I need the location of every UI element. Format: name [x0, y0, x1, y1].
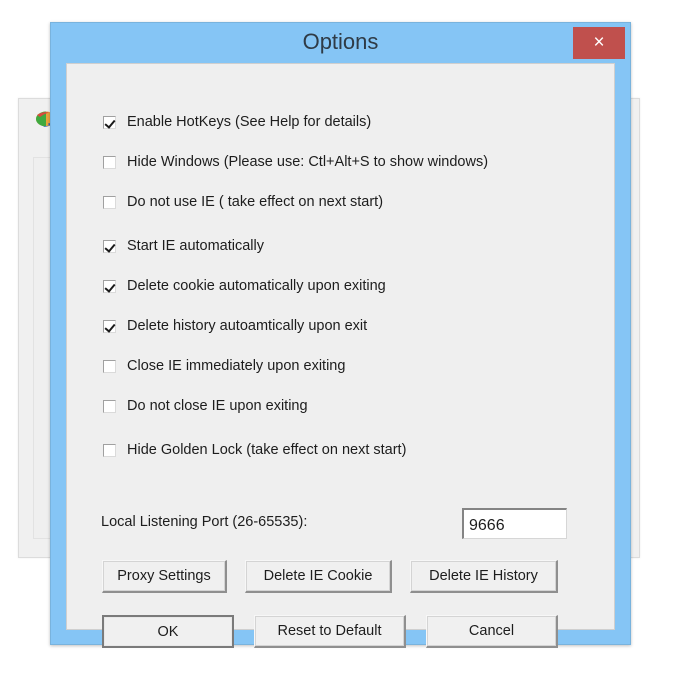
ok-button[interactable]: OK [102, 615, 234, 648]
close-icon[interactable]: × [573, 27, 625, 59]
checkbox-label: Delete history autoamtically upon exit [127, 318, 368, 334]
checkbox-row-hide-windows[interactable]: Hide Windows (Please use: Ctl+Alt+S to s… [103, 152, 488, 172]
checkbox-delete-history[interactable] [103, 319, 116, 333]
options-dialog: Options × Enable HotKeys (See Help for d… [50, 22, 631, 648]
checkbox-row-start-ie-automatically[interactable]: Start IE automatically [103, 236, 264, 256]
checkbox-label: Delete cookie automatically upon exiting [127, 278, 386, 294]
checkbox-label: Close IE immediately upon exiting [127, 358, 346, 374]
checkbox-row-delete-history[interactable]: Delete history autoamtically upon exit [103, 316, 367, 336]
checkbox-row-close-ie-immediately[interactable]: Close IE immediately upon exiting [103, 356, 345, 376]
port-label: Local Listening Port (26-65535): [101, 514, 308, 530]
checkbox-row-enable-hotkeys[interactable]: Enable HotKeys (See Help for details) [103, 112, 371, 132]
proxy-settings-button[interactable]: Proxy Settings [102, 560, 227, 593]
checkbox-hide-windows[interactable] [103, 155, 116, 169]
delete-ie-history-button[interactable]: Delete IE History [410, 560, 558, 593]
checkbox-do-not-use-ie[interactable] [103, 195, 116, 209]
checkbox-label: Do not use IE ( take effect on next star… [127, 194, 384, 210]
cancel-button[interactable]: Cancel [426, 615, 558, 648]
port-input[interactable] [462, 508, 567, 539]
checkbox-label: Enable HotKeys (See Help for details) [127, 114, 372, 130]
reset-to-default-button[interactable]: Reset to Default [254, 615, 406, 648]
delete-ie-cookie-button[interactable]: Delete IE Cookie [245, 560, 392, 593]
checkbox-label: Start IE automatically [127, 238, 264, 254]
checkbox-start-ie-automatically[interactable] [103, 239, 116, 253]
checkbox-row-delete-cookie[interactable]: Delete cookie automatically upon exiting [103, 276, 386, 296]
checkbox-label: Hide Windows (Please use: Ctl+Alt+S to s… [127, 154, 489, 170]
checkbox-row-do-not-close-ie[interactable]: Do not close IE upon exiting [103, 396, 308, 416]
checkbox-do-not-close-ie[interactable] [103, 399, 116, 413]
checkbox-row-do-not-use-ie[interactable]: Do not use IE ( take effect on next star… [103, 192, 383, 212]
checkbox-delete-cookie[interactable] [103, 279, 116, 293]
dialog-titlebar[interactable]: Options × [51, 23, 630, 63]
dialog-body: Enable HotKeys (See Help for details) Hi… [66, 63, 615, 648]
dialog-title: Options [302, 29, 379, 54]
checkbox-row-hide-golden-lock[interactable]: Hide Golden Lock (take effect on next st… [103, 440, 406, 460]
checkbox-enable-hotkeys[interactable] [103, 115, 116, 129]
checkbox-close-ie-immediately[interactable] [103, 359, 116, 373]
checkbox-hide-golden-lock[interactable] [103, 443, 116, 457]
checkbox-label: Do not close IE upon exiting [127, 398, 308, 414]
checkbox-label: Hide Golden Lock (take effect on next st… [127, 442, 407, 458]
